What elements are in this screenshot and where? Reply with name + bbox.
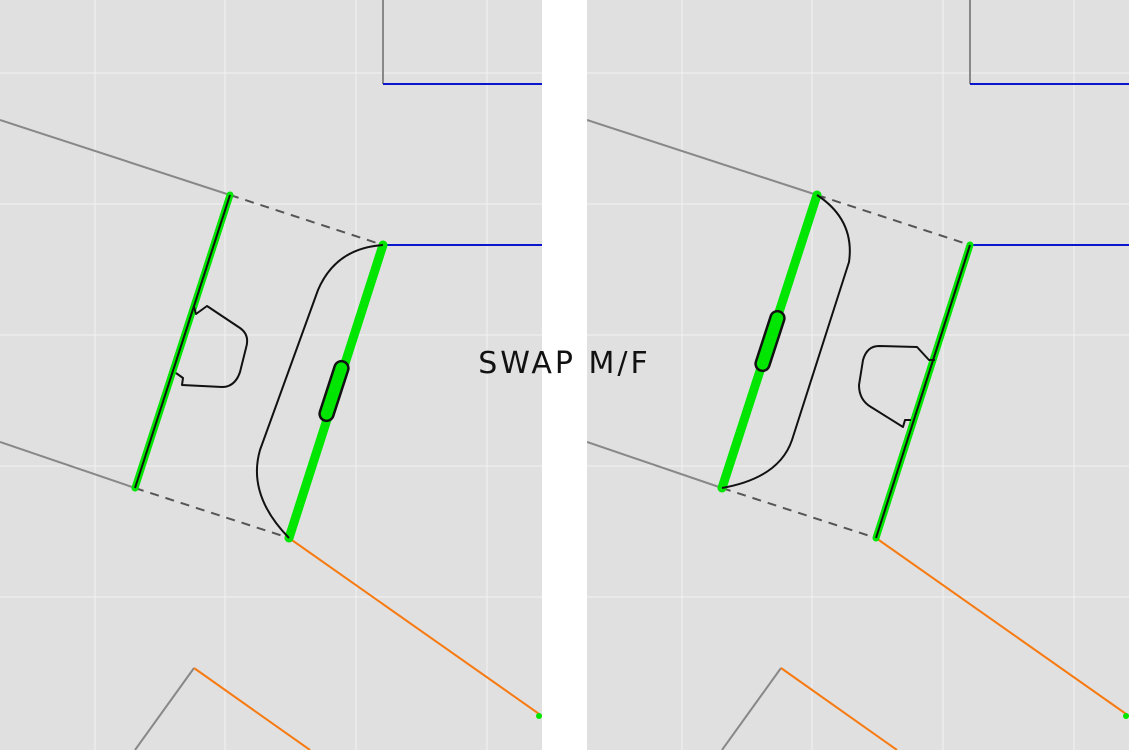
dashed-connector-bottom [721,487,877,539]
orange-edge-bottom [193,667,311,750]
female-joint-centerline [134,194,231,489]
dashed-connector-bottom [134,487,290,539]
orange-edge-diagonal [288,537,542,717]
gray-edge-bottom [721,667,782,750]
male-flap-outline[interactable] [721,194,851,489]
dashed-connector-top [229,194,384,246]
gray-edge-lower [0,441,136,489]
gray-edge-upper [587,119,818,196]
swap-mf-button[interactable]: SWAP M/F [0,346,1129,381]
gray-edge-lower [587,441,723,489]
vertex-marker [1123,713,1129,719]
dashed-connector-top [816,194,971,246]
orange-edge-bottom [780,667,898,750]
male-flap-outline[interactable] [256,244,384,539]
female-joint-centerline [875,244,971,539]
orange-edge-diagonal [875,537,1129,717]
gray-edge-bottom [134,667,195,750]
gray-edge-upper [0,119,231,196]
